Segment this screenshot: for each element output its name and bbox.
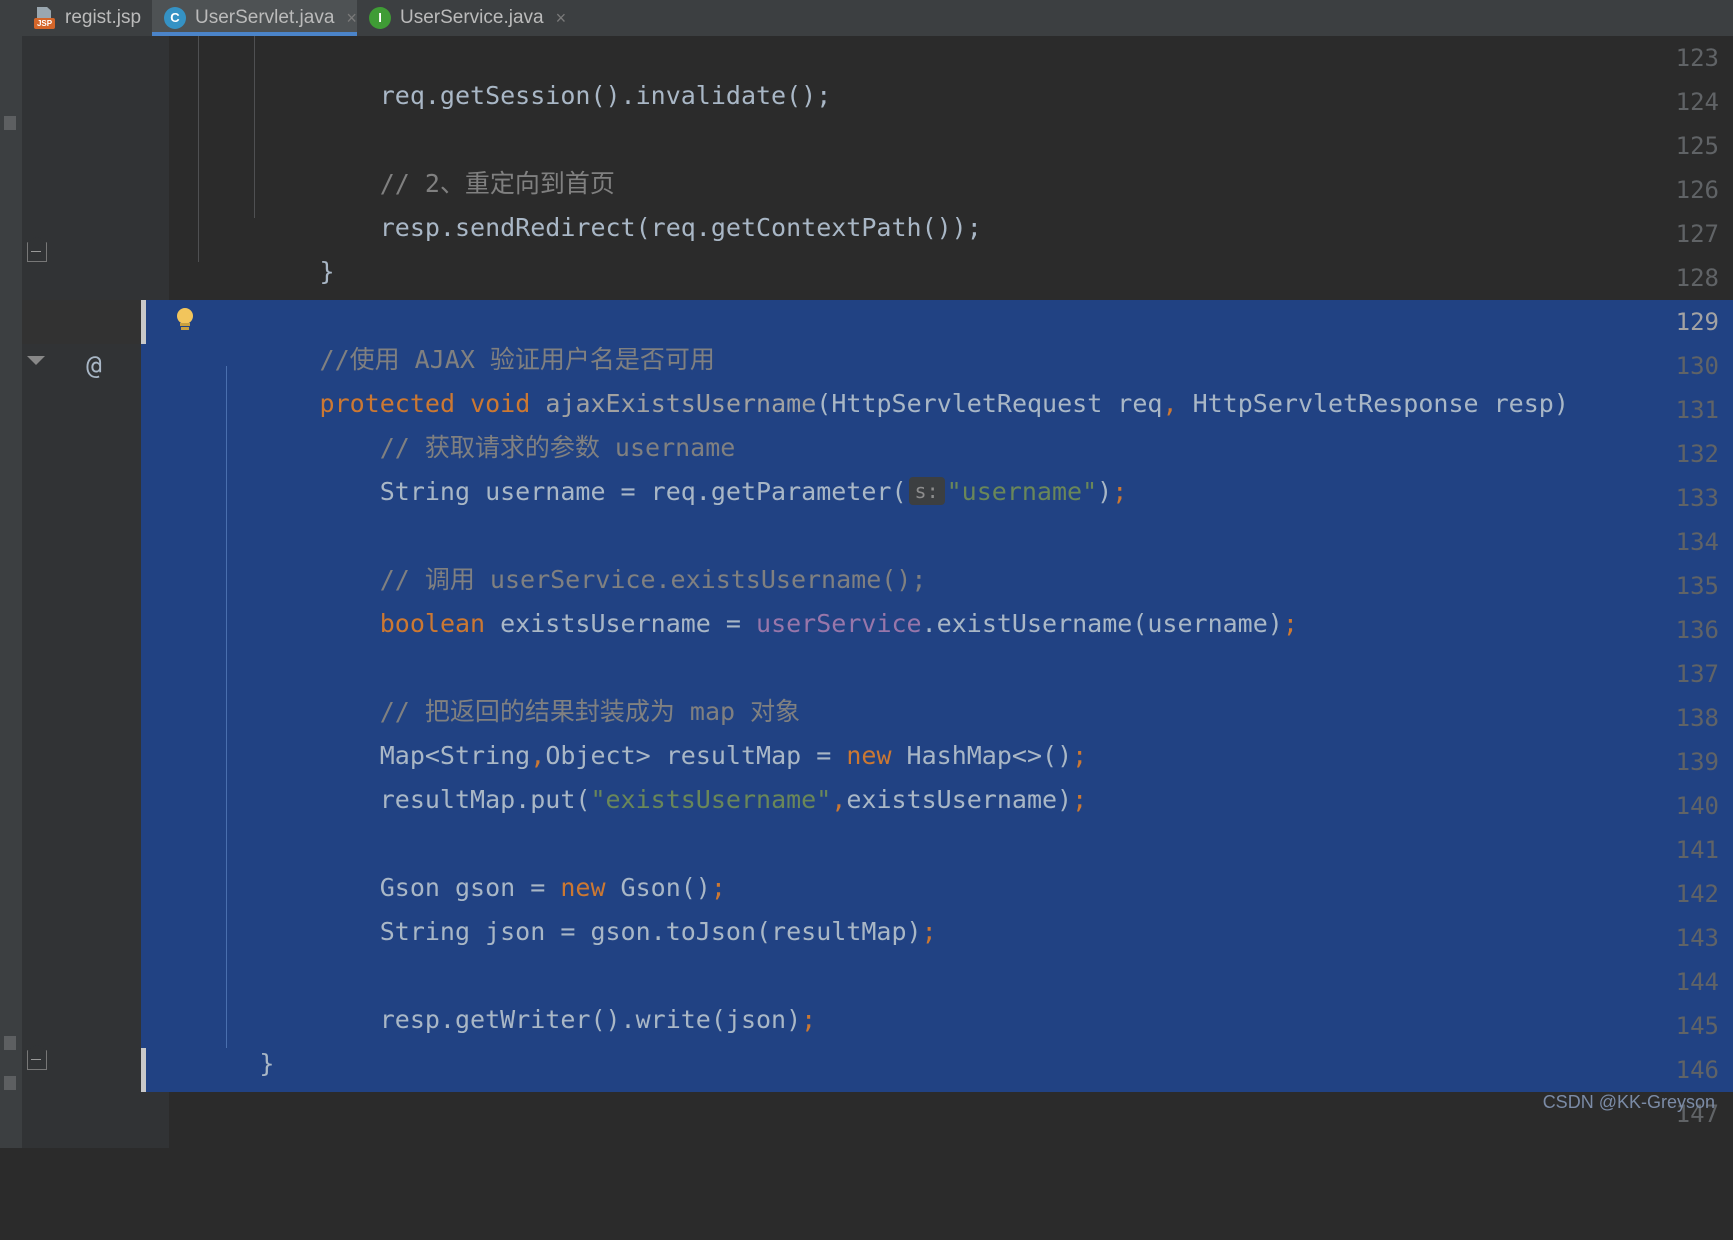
strip-marker — [4, 116, 16, 130]
code-line-145: } — [169, 998, 274, 1078]
code-line-138: Map<String,Object> resultMap = new HashM… — [259, 741, 1088, 770]
code-line-137: // 把返回的结果封装成为 map 对象 — [169, 646, 800, 726]
override-marker[interactable]: @ — [74, 344, 114, 388]
tab-regist-jsp[interactable]: JSP regist.jsp × — [22, 0, 164, 36]
watermark-text: CSDN @KK-Greyson — [1542, 1092, 1715, 1112]
code-editor[interactable]: @ 123 124 125 126 127 128 129 130 131 13… — [22, 36, 1733, 1240]
code-line-142: String json = gson.toJson(resultMap); — [259, 917, 937, 946]
java-interface-icon: I — [369, 7, 391, 29]
code-text-area[interactable]: req.getSession().invalidate(); // 2、重定向到… — [169, 36, 1733, 1240]
java-class-icon: C — [164, 7, 186, 29]
left-tool-strip[interactable] — [0, 36, 22, 1240]
jsp-file-icon: JSP — [34, 7, 56, 29]
code-line-144: resp.getWriter().write(json); — [259, 1005, 817, 1034]
code-line-131: // 获取请求的参数 username — [169, 382, 736, 462]
fold-marker-collapse[interactable] — [27, 236, 47, 262]
code-line-141: Gson gson = new Gson(); — [259, 873, 726, 902]
annotation-column: @ — [74, 36, 114, 1240]
tok: req.getSession().invalidate(); — [259, 81, 832, 110]
tab-userservice-java[interactable]: I UserService.java × — [357, 0, 566, 36]
tab-userservlet-java[interactable]: C UserServlet.java × — [152, 0, 357, 36]
tok: resp.sendRedirect(req.getContextPath()); — [259, 213, 982, 242]
tok-field: userService — [756, 609, 922, 638]
close-icon[interactable]: × — [346, 8, 357, 29]
editor-bottom-fill — [0, 1148, 1733, 1240]
editor-tab-bar: JSP regist.jsp × C UserServlet.java × I … — [0, 0, 1733, 37]
code-line-127: } — [169, 206, 335, 286]
tab-label: UserService.java — [400, 7, 544, 28]
code-line-135: boolean existsUsername = userService.exi… — [379, 609, 1298, 638]
code-line-129: //使用 AJAX 验证用户名是否可用 — [169, 294, 715, 374]
tok-keyword: boolean — [379, 609, 486, 638]
strip-marker — [4, 1036, 16, 1050]
code-line-126: resp.sendRedirect(req.getContextPath()); — [169, 162, 982, 242]
tok: } — [259, 1049, 275, 1078]
tab-label: regist.jsp — [65, 7, 142, 28]
tool-window-edge-strip — [0, 0, 22, 36]
code-line-123: req.getSession().invalidate(); — [169, 36, 832, 110]
fold-marker-collapse[interactable] — [27, 1044, 47, 1070]
code-line-134: // 调用 userService.existsUsername(); — [169, 514, 927, 594]
code-line-125: // 2、重定向到首页 — [169, 118, 615, 198]
parameter-hint-badge: s: — [908, 477, 945, 505]
tab-label: UserServlet.java — [195, 7, 335, 28]
tok: } — [259, 257, 335, 286]
selection-caret-bar — [141, 300, 146, 344]
selection-caret-bar — [141, 1048, 146, 1092]
fold-marker-arrow[interactable] — [27, 356, 45, 365]
strip-marker — [4, 1076, 16, 1090]
code-line-130: protected void ajaxExistsUsername(HttpSe… — [319, 389, 1569, 418]
code-line-139: resultMap.put("existsUsername",existsUse… — [259, 785, 1088, 814]
code-line-132: String username = req.getParameter(s: "us… — [259, 477, 1128, 506]
close-icon[interactable]: × — [556, 8, 567, 29]
